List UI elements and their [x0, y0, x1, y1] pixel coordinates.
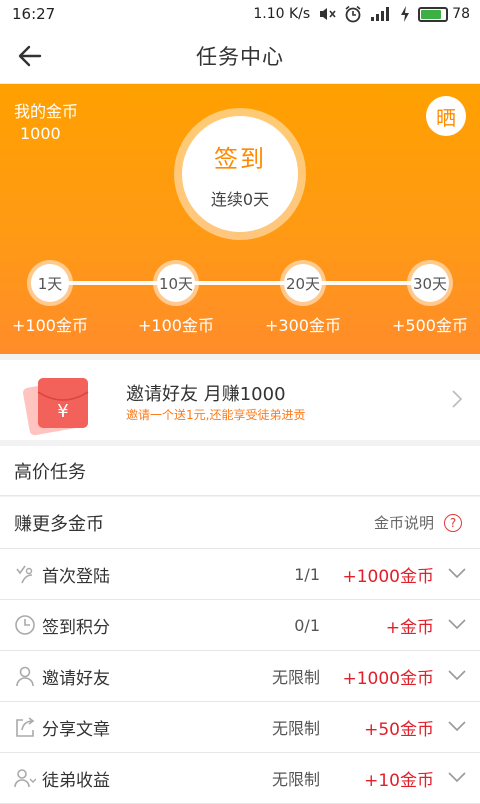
section-title: 高价任务	[14, 461, 86, 483]
task-reward: +金币	[385, 617, 434, 638]
red-envelope-icon: ¥	[23, 378, 89, 436]
milestone-track	[48, 281, 432, 285]
invite-banner[interactable]: ¥ 邀请好友 月赚1000 邀请一个送1元,还能享受徒弟进贡	[0, 360, 480, 440]
chevron-down-icon[interactable]	[448, 618, 466, 630]
login-icon	[16, 565, 33, 584]
milestone-2: 10天 +100金币	[126, 260, 226, 336]
alarm-icon	[345, 5, 361, 23]
milestone-reward: +500金币	[392, 316, 468, 335]
battery-percent: 78	[452, 6, 470, 22]
network-speed: 1.10 K/s	[253, 6, 311, 22]
milestone-dot: 1天	[27, 260, 73, 306]
earn-more-title: 赚更多金币	[14, 513, 104, 535]
task-row-invite-friends[interactable]: 邀请好友 无限制 +1000金币	[0, 651, 480, 702]
high-value-tasks-header: 高价任务	[0, 446, 480, 496]
clock-icon	[15, 615, 35, 635]
sign-in-panel: 我的金币 1000 晒 签到 连续0天 1天 +100金币 10天 +100金币…	[0, 84, 480, 354]
task-reward: +10金币	[364, 770, 434, 791]
task-row-apprentice-earnings[interactable]: 徒弟收益 无限制 +10金币	[0, 753, 480, 804]
milestone-reward: +300金币	[265, 316, 341, 335]
chevron-down-icon[interactable]	[448, 771, 466, 783]
chevron-down-icon[interactable]	[448, 720, 466, 732]
show-off-button[interactable]: 晒	[426, 96, 466, 136]
task-progress: 1/1	[294, 564, 320, 584]
svg-text:¥: ¥	[57, 401, 68, 422]
milestone-3: 20天 +300金币	[253, 260, 353, 336]
task-row-share-article[interactable]: 分享文章 无限制 +50金币	[0, 702, 480, 753]
task-reward: +50金币	[364, 719, 434, 740]
status-bar: 16:27 1.10 K/s 78	[0, 0, 480, 28]
status-time: 16:27	[12, 5, 56, 23]
invite-subtitle: 邀请一个送1元,还能享受徒弟进贡	[126, 408, 306, 422]
user-icon	[16, 666, 34, 687]
milestone-day: 20天	[284, 264, 322, 302]
milestone-4: 30天 +500金币	[380, 260, 480, 336]
sign-in-button[interactable]: 签到 连续0天	[174, 108, 306, 240]
task-reward: +1000金币	[342, 668, 434, 689]
invite-title: 邀请好友 月赚1000	[126, 384, 286, 405]
battery-icon	[418, 6, 449, 22]
task-row-first-login[interactable]: 首次登陆 1/1 +1000金币	[0, 549, 480, 600]
title-bar: 任务中心	[0, 28, 480, 84]
task-reward: +1000金币	[342, 566, 434, 587]
sign-in-circle: 签到 连续0天	[182, 116, 298, 232]
charging-icon	[401, 6, 410, 22]
task-row-sign-in-points[interactable]: 签到积分 0/1 +金币	[0, 600, 480, 651]
coin-info-link[interactable]: 金币说明 ?	[374, 512, 462, 533]
milestone-reward: +100金币	[12, 316, 88, 335]
task-list: 首次登陆 1/1 +1000金币 签到积分 0/1 +金币 邀请好友 无限制 +…	[0, 549, 480, 804]
milestone-dot: 10天	[153, 260, 199, 306]
sign-in-label: 签到	[214, 144, 266, 173]
task-name: 签到积分	[42, 617, 110, 638]
page-title: 任务中心	[196, 44, 284, 69]
milestone-dot: 20天	[280, 260, 326, 306]
task-progress: 无限制	[271, 719, 320, 738]
sign-in-streak: 连续0天	[210, 189, 270, 209]
share-icon	[16, 717, 35, 737]
task-name: 首次登陆	[42, 566, 110, 587]
milestone-day: 10天	[157, 264, 195, 302]
mute-icon	[320, 8, 336, 20]
task-name: 徒弟收益	[42, 770, 110, 791]
milestone-reward: +100金币	[138, 316, 214, 335]
milestone-dot: 30天	[407, 260, 453, 306]
question-icon: ?	[444, 513, 462, 532]
task-name: 邀请好友	[42, 668, 110, 689]
battery-indicator: 78	[418, 6, 470, 22]
task-progress: 无限制	[271, 668, 320, 687]
battery-fill	[421, 9, 442, 19]
task-progress: 0/1	[294, 615, 320, 635]
my-coins-value: 1000	[20, 124, 61, 143]
back-arrow-icon	[18, 45, 42, 67]
earn-more-header: 赚更多金币 金币说明 ?	[0, 497, 480, 549]
task-name: 分享文章	[42, 719, 110, 740]
my-coins-label: 我的金币	[14, 102, 79, 121]
chevron-down-icon[interactable]	[448, 669, 466, 681]
milestone-day: 1天	[31, 264, 69, 302]
task-progress: 无限制	[271, 770, 320, 789]
coin-info-label: 金币说明	[373, 514, 434, 532]
back-button[interactable]	[14, 40, 46, 72]
milestone-1: 1天 +100金币	[0, 260, 100, 336]
chevron-right-icon	[452, 390, 462, 408]
signal-icon	[371, 7, 390, 21]
apprentice-icon	[14, 769, 36, 788]
milestone-day: 30天	[411, 264, 449, 302]
chevron-down-icon[interactable]	[448, 567, 466, 579]
status-icons: 1.10 K/s 78	[253, 5, 470, 23]
